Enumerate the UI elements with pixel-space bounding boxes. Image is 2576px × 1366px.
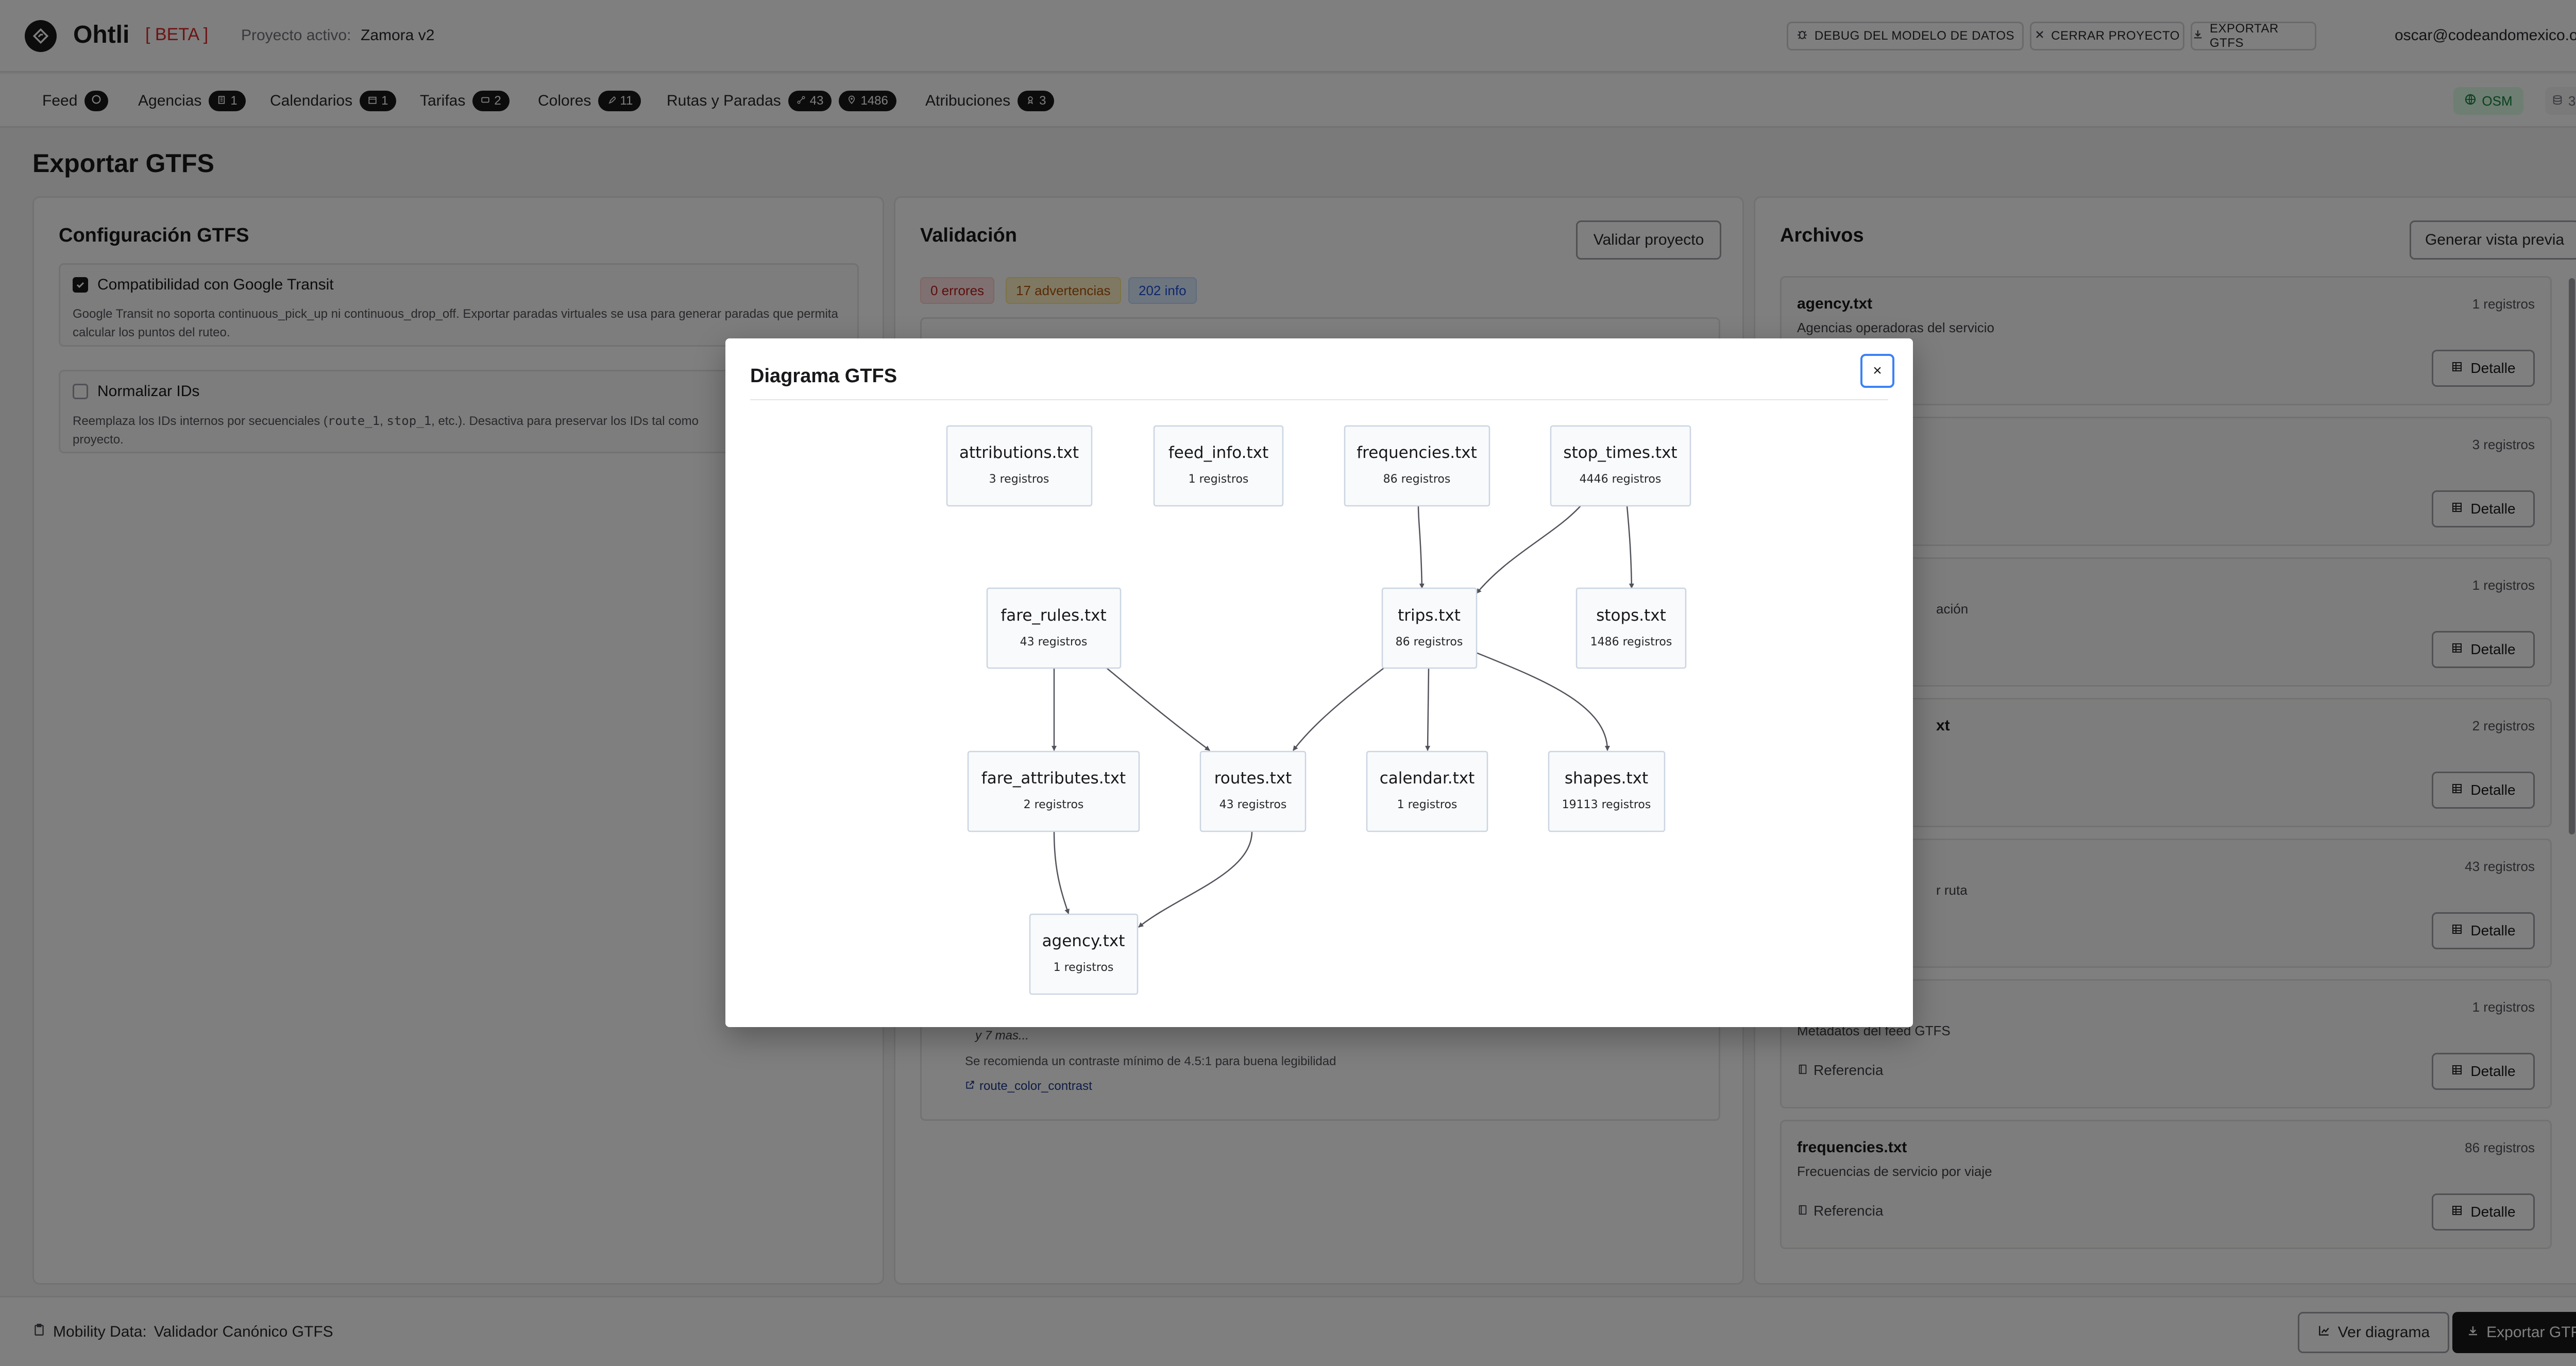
edge-fare-attributes-agency — [1053, 831, 1070, 914]
edge-fare-rules-routes — [1106, 668, 1210, 751]
node-name: calendar.txt — [1380, 769, 1475, 788]
diagram-node-shapes[interactable]: shapes.txt 19113 registros — [1548, 750, 1666, 832]
diagram-node-trips[interactable]: trips.txt 86 registros — [1381, 587, 1478, 669]
node-name: stops.txt — [1596, 606, 1666, 625]
edge-trips-routes — [1293, 668, 1384, 751]
node-count: 86 registros — [1396, 636, 1463, 648]
diagram-node-feed-info[interactable]: feed_info.txt 1 registros — [1153, 425, 1284, 507]
node-count: 43 registros — [1219, 798, 1287, 811]
diagram-node-calendar[interactable]: calendar.txt 1 registros — [1366, 750, 1488, 832]
diagram-node-stop-times[interactable]: stop_times.txt 4446 registros — [1550, 425, 1691, 507]
node-name: stop_times.txt — [1563, 443, 1677, 462]
node-count: 2 registros — [1024, 798, 1084, 811]
node-count: 1486 registros — [1590, 636, 1672, 648]
edge-stop-times-stops — [1626, 505, 1634, 589]
edge-frequencies-trips — [1417, 505, 1425, 589]
node-count: 19113 registros — [1562, 798, 1651, 811]
node-count: 3 registros — [989, 473, 1049, 486]
node-name: frequencies.txt — [1357, 443, 1477, 462]
node-count: 43 registros — [1020, 636, 1088, 648]
gtfs-diagram-modal: Diagrama GTFS × attributions.txt 3 regis… — [725, 338, 1913, 1027]
node-name: feed_info.txt — [1168, 443, 1268, 462]
node-count: 86 registros — [1383, 473, 1451, 486]
node-name: routes.txt — [1214, 769, 1292, 788]
node-count: 4446 registros — [1580, 473, 1662, 486]
diagram-node-agency[interactable]: agency.txt 1 registros — [1029, 913, 1139, 995]
node-name: shapes.txt — [1565, 769, 1648, 788]
diagram-node-routes[interactable]: routes.txt 43 registros — [1199, 750, 1307, 832]
diagram-node-fare-rules[interactable]: fare_rules.txt 43 registros — [986, 587, 1122, 669]
node-name: fare_attributes.txt — [981, 769, 1126, 788]
node-name: trips.txt — [1398, 606, 1461, 625]
edge-stop-times-trips — [1476, 505, 1581, 594]
node-name: agency.txt — [1042, 932, 1125, 950]
node-count: 1 registros — [1189, 473, 1249, 486]
node-name: fare_rules.txt — [1001, 606, 1106, 625]
diagram-node-attributions[interactable]: attributions.txt 3 registros — [946, 425, 1093, 507]
edge-routes-agency — [1138, 831, 1253, 928]
node-name: attributions.txt — [959, 443, 1079, 462]
diagram-node-fare-attributes[interactable]: fare_attributes.txt 2 registros — [967, 750, 1140, 832]
node-count: 1 registros — [1397, 798, 1458, 811]
edge-trips-calendar — [1425, 668, 1431, 751]
node-count: 1 registros — [1054, 961, 1114, 974]
diagram-node-frequencies[interactable]: frequencies.txt 86 registros — [1344, 425, 1490, 507]
gtfs-diagram: attributions.txt 3 registros feed_info.t… — [946, 425, 1691, 995]
diagram-node-stops[interactable]: stops.txt 1486 registros — [1575, 587, 1687, 669]
